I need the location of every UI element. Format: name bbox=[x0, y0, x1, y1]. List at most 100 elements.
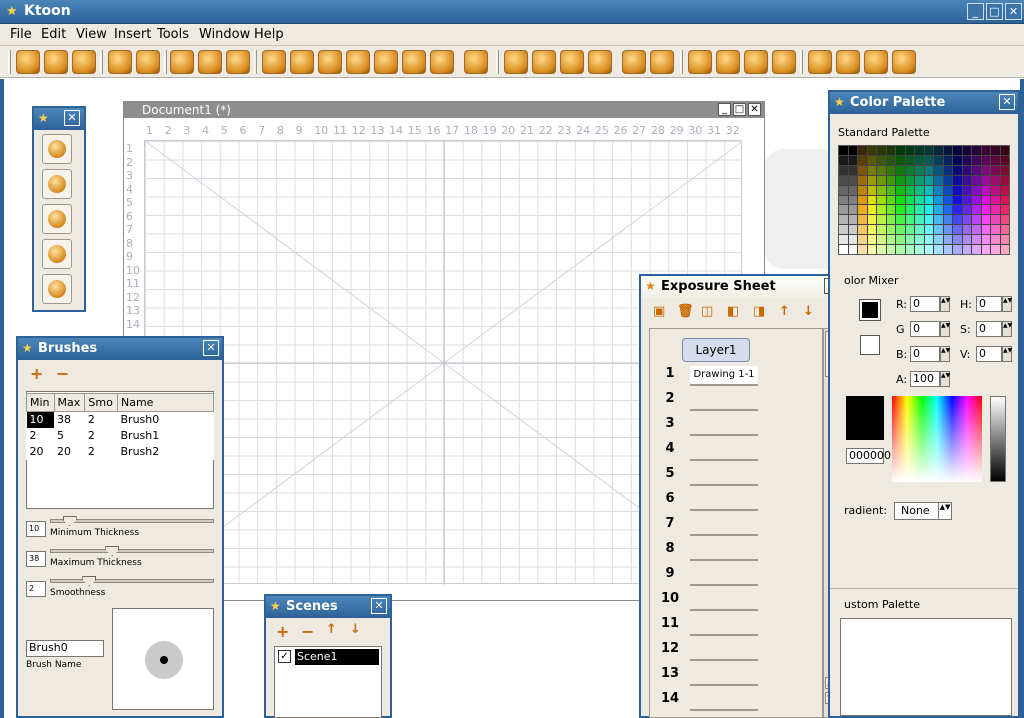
color-swatch[interactable] bbox=[943, 235, 952, 245]
table-row[interactable]: 2 5 2 Brush1 bbox=[27, 428, 214, 444]
column-min[interactable]: Min bbox=[26, 393, 55, 412]
split-icon[interactable]: ◨ bbox=[753, 304, 765, 319]
h-input[interactable]: 0 bbox=[976, 296, 1002, 312]
column-smo[interactable]: Smo bbox=[84, 393, 118, 412]
color-swatch[interactable] bbox=[839, 165, 848, 175]
color-swatch[interactable] bbox=[924, 185, 933, 195]
color-swatch[interactable] bbox=[934, 235, 943, 245]
color-swatch[interactable] bbox=[905, 205, 914, 215]
color-swatch[interactable] bbox=[924, 165, 933, 175]
color-swatch[interactable] bbox=[962, 195, 971, 205]
color-swatch[interactable] bbox=[962, 245, 971, 254]
frame-cell[interactable] bbox=[690, 466, 758, 486]
color-swatch[interactable] bbox=[848, 245, 857, 254]
color-swatch[interactable] bbox=[924, 155, 933, 165]
color-swatch[interactable] bbox=[981, 215, 990, 225]
color-swatch[interactable] bbox=[934, 195, 943, 205]
color-swatch[interactable] bbox=[858, 165, 867, 175]
color-swatch[interactable] bbox=[877, 185, 886, 195]
sound-icon[interactable] bbox=[346, 50, 370, 74]
color-swatch[interactable] bbox=[848, 195, 857, 205]
cut-icon[interactable] bbox=[170, 50, 194, 74]
min-thickness-value[interactable]: 10 bbox=[26, 521, 46, 537]
close-icon[interactable]: ✕ bbox=[999, 94, 1015, 110]
color-swatch[interactable] bbox=[972, 215, 981, 225]
color-swatch[interactable] bbox=[1000, 195, 1009, 205]
color-swatch[interactable] bbox=[924, 175, 933, 185]
color-swatch[interactable] bbox=[886, 225, 895, 235]
color-swatch[interactable] bbox=[934, 215, 943, 225]
insert-layer-icon[interactable]: ▣ bbox=[653, 304, 665, 319]
frame-cell[interactable] bbox=[690, 666, 758, 686]
paste-icon[interactable] bbox=[226, 50, 250, 74]
color-swatch[interactable] bbox=[981, 235, 990, 245]
color-swatch[interactable] bbox=[981, 165, 990, 175]
scene-checkbox[interactable]: ✓ bbox=[278, 650, 291, 663]
color-swatch[interactable] bbox=[981, 175, 990, 185]
scene-item[interactable]: Scene1 bbox=[295, 649, 379, 665]
color-swatch[interactable] bbox=[943, 195, 952, 205]
color-swatch[interactable] bbox=[858, 175, 867, 185]
color-swatch[interactable] bbox=[839, 215, 848, 225]
color-swatch[interactable] bbox=[915, 185, 924, 195]
color-swatch[interactable] bbox=[848, 205, 857, 215]
color-swatch[interactable] bbox=[867, 245, 876, 254]
color-swatch[interactable] bbox=[905, 215, 914, 225]
menu-help[interactable]: Help bbox=[254, 27, 284, 42]
toolbar-grip[interactable] bbox=[496, 50, 499, 74]
onion-skin-2-icon[interactable] bbox=[716, 50, 740, 74]
color-swatch[interactable] bbox=[934, 185, 943, 195]
color-swatch[interactable] bbox=[858, 195, 867, 205]
smoothness-thumb[interactable] bbox=[82, 576, 97, 586]
color-swatch[interactable] bbox=[896, 205, 905, 215]
color-swatch[interactable] bbox=[896, 225, 905, 235]
color-swatch[interactable] bbox=[848, 155, 857, 165]
color-swatch[interactable] bbox=[858, 155, 867, 165]
color-swatch[interactable] bbox=[915, 215, 924, 225]
color-swatch[interactable] bbox=[953, 235, 962, 245]
color-swatch[interactable] bbox=[991, 195, 1000, 205]
color-swatch[interactable] bbox=[905, 175, 914, 185]
menu-insert[interactable]: Insert bbox=[114, 27, 151, 42]
color-swatch[interactable] bbox=[915, 165, 924, 175]
save-file-icon[interactable] bbox=[72, 50, 96, 74]
color-swatch[interactable] bbox=[867, 235, 876, 245]
table-row[interactable]: 20 20 2 Brush2 bbox=[27, 444, 214, 460]
doc-minimize-button[interactable]: _ bbox=[718, 103, 731, 116]
color-swatch[interactable] bbox=[924, 205, 933, 215]
close-icon[interactable]: ✕ bbox=[64, 110, 80, 126]
doc-close-button[interactable]: ✕ bbox=[748, 103, 761, 116]
menu-edit[interactable]: Edit bbox=[41, 27, 66, 42]
max-thickness-thumb[interactable] bbox=[105, 546, 120, 556]
frame-cell[interactable] bbox=[690, 391, 758, 411]
color-swatch[interactable] bbox=[962, 175, 971, 185]
film-icon[interactable] bbox=[318, 50, 342, 74]
color-swatch[interactable] bbox=[972, 165, 981, 175]
h-spinner[interactable]: ▲▼ bbox=[1002, 296, 1012, 312]
color-swatch[interactable] bbox=[943, 245, 952, 254]
color-swatch[interactable] bbox=[1000, 225, 1009, 235]
color-swatch[interactable] bbox=[953, 155, 962, 165]
toolbar-grip[interactable] bbox=[800, 50, 803, 74]
b-spinner[interactable]: ▲▼ bbox=[940, 346, 950, 362]
tool-eraser[interactable] bbox=[42, 239, 72, 269]
color-swatch[interactable] bbox=[962, 155, 971, 165]
color-swatch[interactable] bbox=[972, 155, 981, 165]
color-swatch[interactable] bbox=[839, 225, 848, 235]
color-swatch[interactable] bbox=[915, 225, 924, 235]
color-swatch[interactable] bbox=[867, 225, 876, 235]
standard-palette-grid[interactable] bbox=[838, 145, 1010, 255]
color-swatch[interactable] bbox=[972, 185, 981, 195]
smoothness-slider[interactable] bbox=[50, 579, 214, 583]
color-swatch[interactable] bbox=[839, 205, 848, 215]
color-swatch[interactable] bbox=[848, 235, 857, 245]
color-swatch[interactable] bbox=[848, 225, 857, 235]
color-swatch[interactable] bbox=[981, 146, 990, 155]
color-swatch[interactable] bbox=[896, 175, 905, 185]
color-swatch[interactable] bbox=[905, 245, 914, 254]
foreground-color-swatch[interactable] bbox=[859, 299, 881, 321]
toolbar-grip[interactable] bbox=[100, 50, 103, 74]
onion-skin-4-icon[interactable] bbox=[772, 50, 796, 74]
v-input[interactable]: 0 bbox=[976, 346, 1002, 362]
color-swatch[interactable] bbox=[972, 245, 981, 254]
